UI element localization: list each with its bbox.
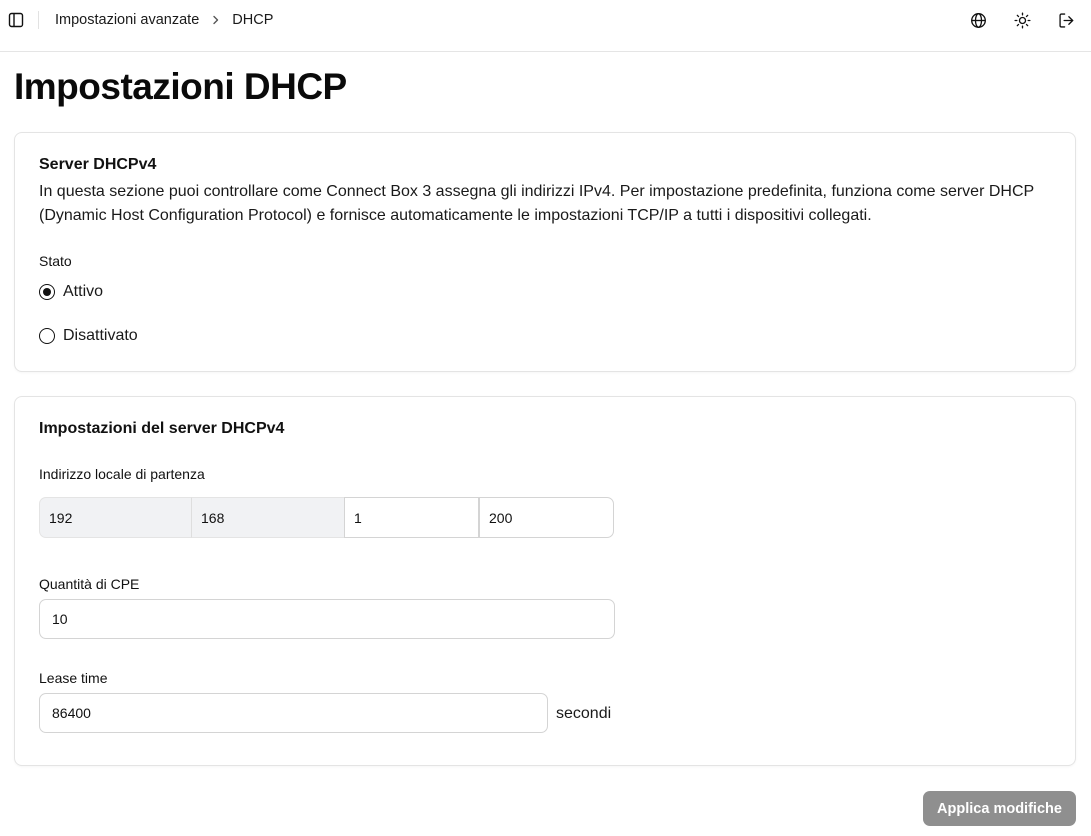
sun-icon[interactable] — [1012, 10, 1032, 30]
chevron-right-icon — [212, 15, 220, 25]
page-title: Impostazioni DHCP — [14, 66, 347, 107]
ip-octet-3-input[interactable]: 1 — [344, 497, 479, 538]
divider — [38, 11, 39, 29]
lease-time-label: Lease time — [39, 670, 108, 686]
logout-icon[interactable] — [1056, 10, 1076, 30]
globe-icon[interactable] — [968, 10, 988, 30]
status-label: Stato — [39, 253, 72, 269]
card-description: In questa sezione puoi controllare come … — [39, 183, 1034, 224]
ip-octet-2: 168 — [191, 497, 344, 538]
radio-disabled[interactable]: Disattivato — [39, 325, 138, 347]
cpe-quantity-label: Quantità di CPE — [39, 576, 140, 592]
top-bar: Impostazioni avanzate DHCP — [0, 0, 1091, 52]
server-dhcpv4-card: Server DHCPv4 In questa sezione puoi con… — [14, 132, 1076, 372]
panel-left-icon[interactable] — [6, 10, 26, 30]
radio-button[interactable] — [39, 328, 55, 344]
breadcrumb-current: DHCP — [232, 12, 274, 28]
card-title: Impostazioni del server DHCPv4 — [39, 420, 285, 437]
radio-active[interactable]: Attivo — [39, 281, 103, 303]
start-address-field: 192 168 1 200 — [39, 497, 615, 538]
card-title: Server DHCPv4 — [39, 156, 157, 173]
breadcrumb: Impostazioni avanzate DHCP — [55, 11, 273, 29]
cpe-quantity-input[interactable]: 10 — [39, 599, 615, 639]
lease-time-input[interactable]: 86400 — [39, 693, 548, 733]
lease-time-unit: secondi — [556, 705, 612, 722]
apply-changes-button[interactable]: Applica modifiche — [923, 791, 1076, 826]
ip-octet-4-input[interactable]: 200 — [479, 497, 614, 538]
radio-button[interactable] — [39, 284, 55, 300]
radio-label: Disattivato — [63, 327, 138, 344]
server-settings-card: Impostazioni del server DHCPv4 Indirizzo… — [14, 396, 1076, 766]
ip-octet-1: 192 — [39, 497, 191, 538]
start-address-label: Indirizzo locale di partenza — [39, 466, 205, 482]
radio-label: Attivo — [63, 283, 104, 300]
breadcrumb-parent-link[interactable]: Impostazioni avanzate — [55, 12, 199, 28]
